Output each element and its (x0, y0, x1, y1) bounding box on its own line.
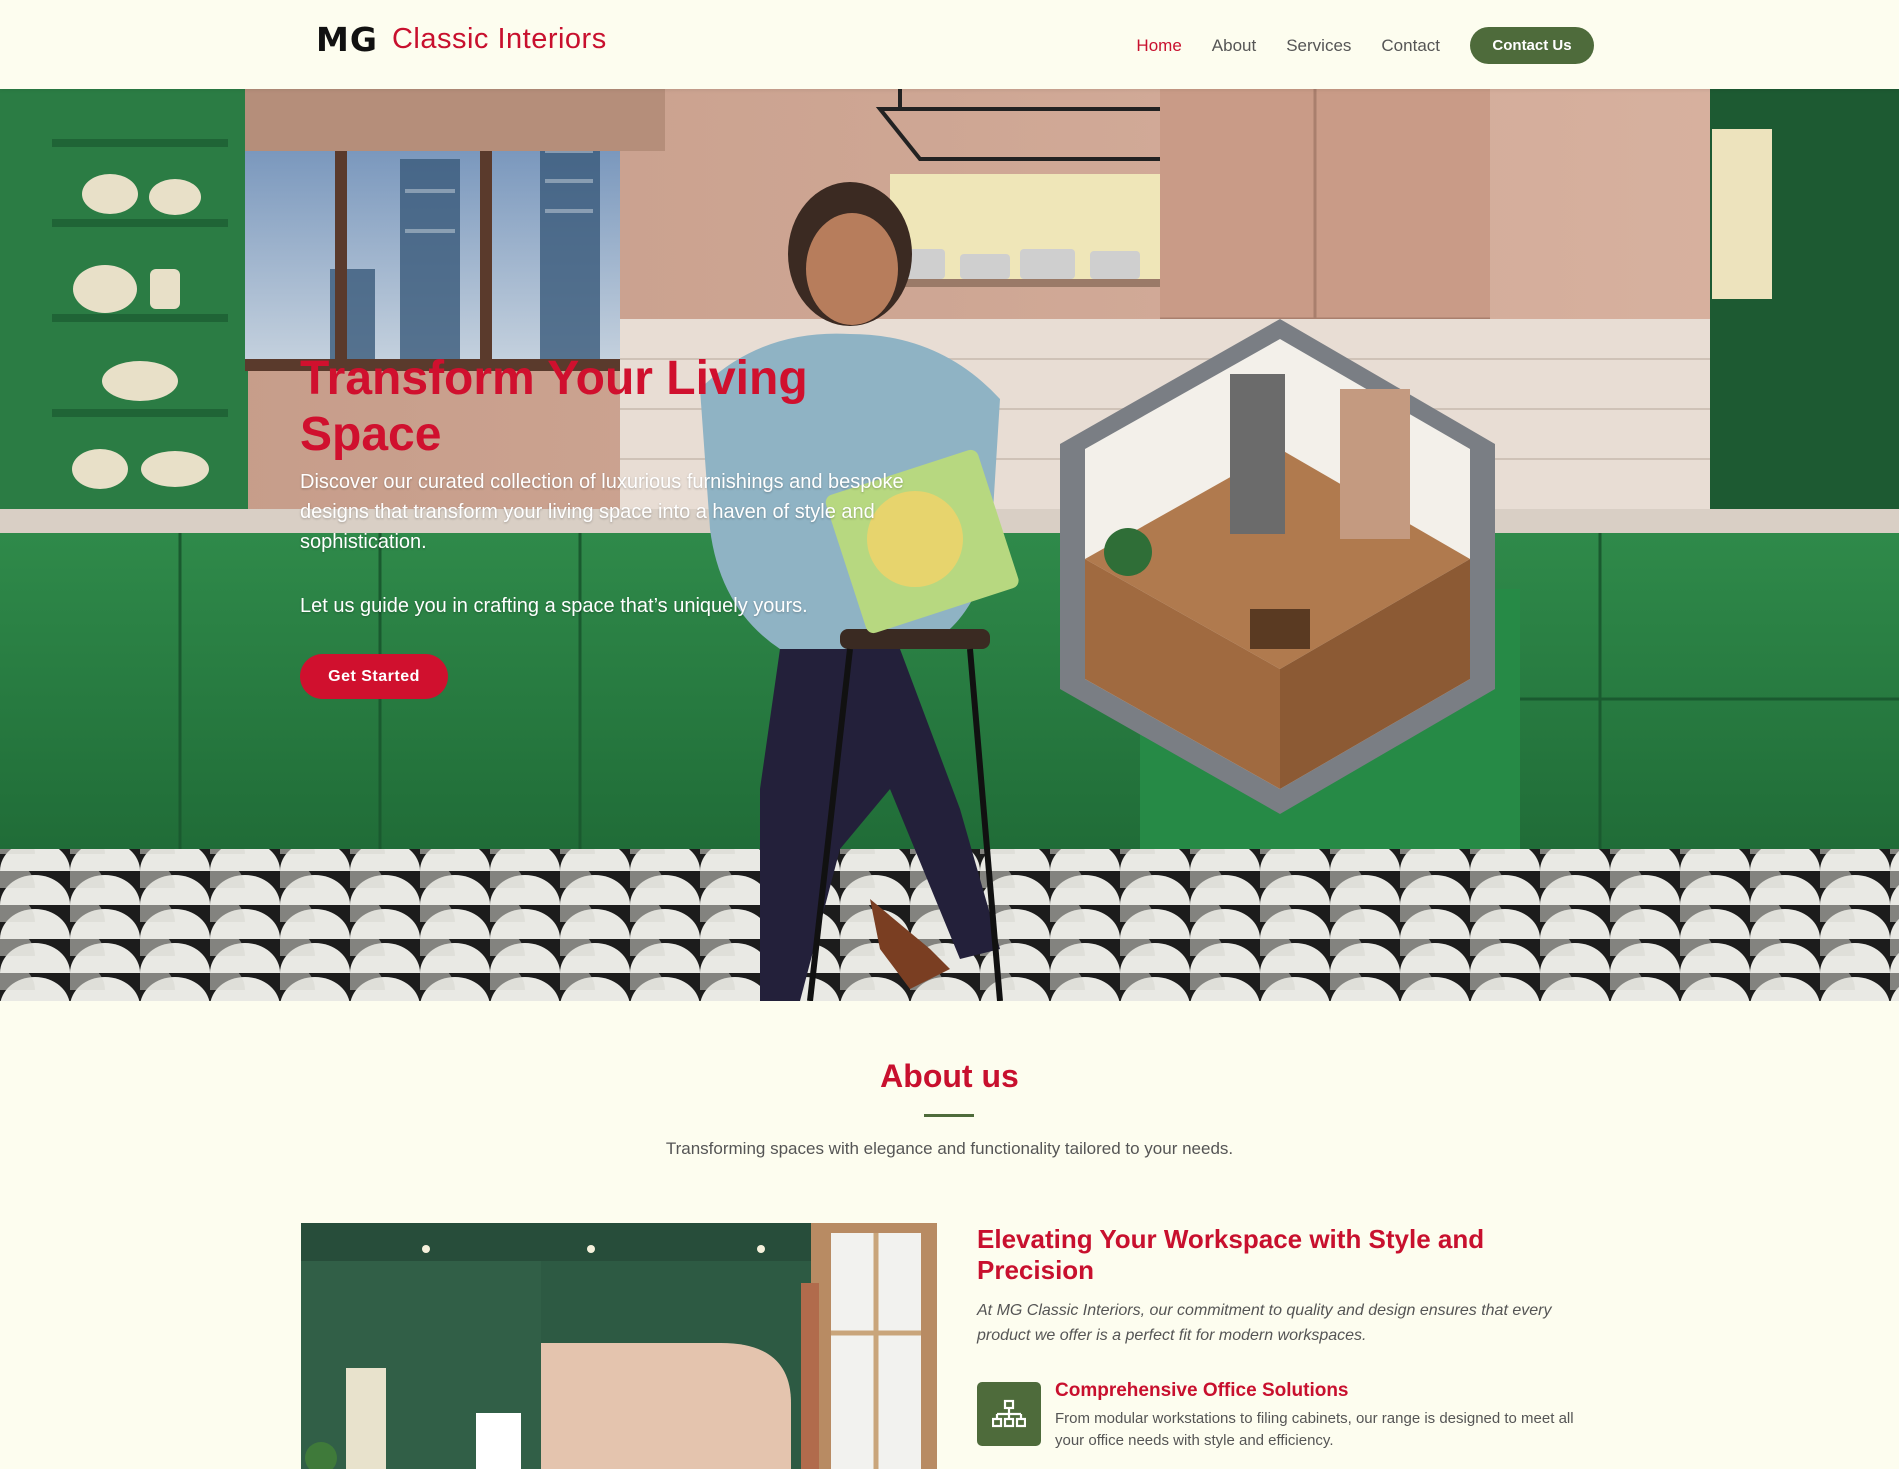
hero-subtext: Let us guide you in crafting a space tha… (300, 595, 808, 617)
logo-text: Classic Interiors (391, 23, 607, 55)
contact-us-button[interactable]: Contact Us (1470, 27, 1594, 64)
about-heading: Elevating Your Workspace with Style and … (977, 1224, 1485, 1285)
hero-title: Transform Your Living Space (300, 352, 808, 461)
get-started-button[interactable]: Get Started (300, 654, 448, 699)
feature-title: Comprehensive Office Solutions (1055, 1380, 1349, 1401)
nav-about[interactable]: About (1212, 29, 1256, 63)
section-divider (924, 1114, 974, 1117)
logo[interactable]: MG Classic Interiors (316, 20, 607, 59)
feature-item: Comprehensive Office Solutions From modu… (977, 1380, 1597, 1452)
about-text-block: Elevating Your Workspace with Style and … (977, 1224, 1597, 1452)
nav-home[interactable]: Home (1136, 29, 1181, 63)
site-header: MG Classic Interiors Home About Services… (0, 0, 1899, 89)
about-subtitle: Transforming spaces with elegance and fu… (665, 1139, 1234, 1158)
feature-body: Comprehensive Office Solutions From modu… (1055, 1380, 1597, 1452)
hero-section: Transform Your Living Space Discover our… (0, 89, 1899, 1001)
hero-copy: Transform Your Living Space Discover our… (300, 351, 920, 699)
about-intro: At MG Classic Interiors, our commitment … (977, 1302, 1552, 1344)
nav-contact[interactable]: Contact (1381, 29, 1440, 63)
main-nav: Home About Services Contact Contact Us (1106, 27, 1594, 64)
hero-description: Discover our curated collection of luxur… (300, 471, 904, 553)
logo-mark: MG (316, 20, 378, 59)
about-image (301, 1223, 937, 1469)
nav-services[interactable]: Services (1286, 29, 1351, 63)
hero-background-image (0, 89, 1899, 1001)
about-title: About us (880, 1058, 1019, 1094)
sitemap-icon (977, 1382, 1041, 1446)
feature-description: From modular workstations to filing cabi… (1055, 1410, 1574, 1449)
